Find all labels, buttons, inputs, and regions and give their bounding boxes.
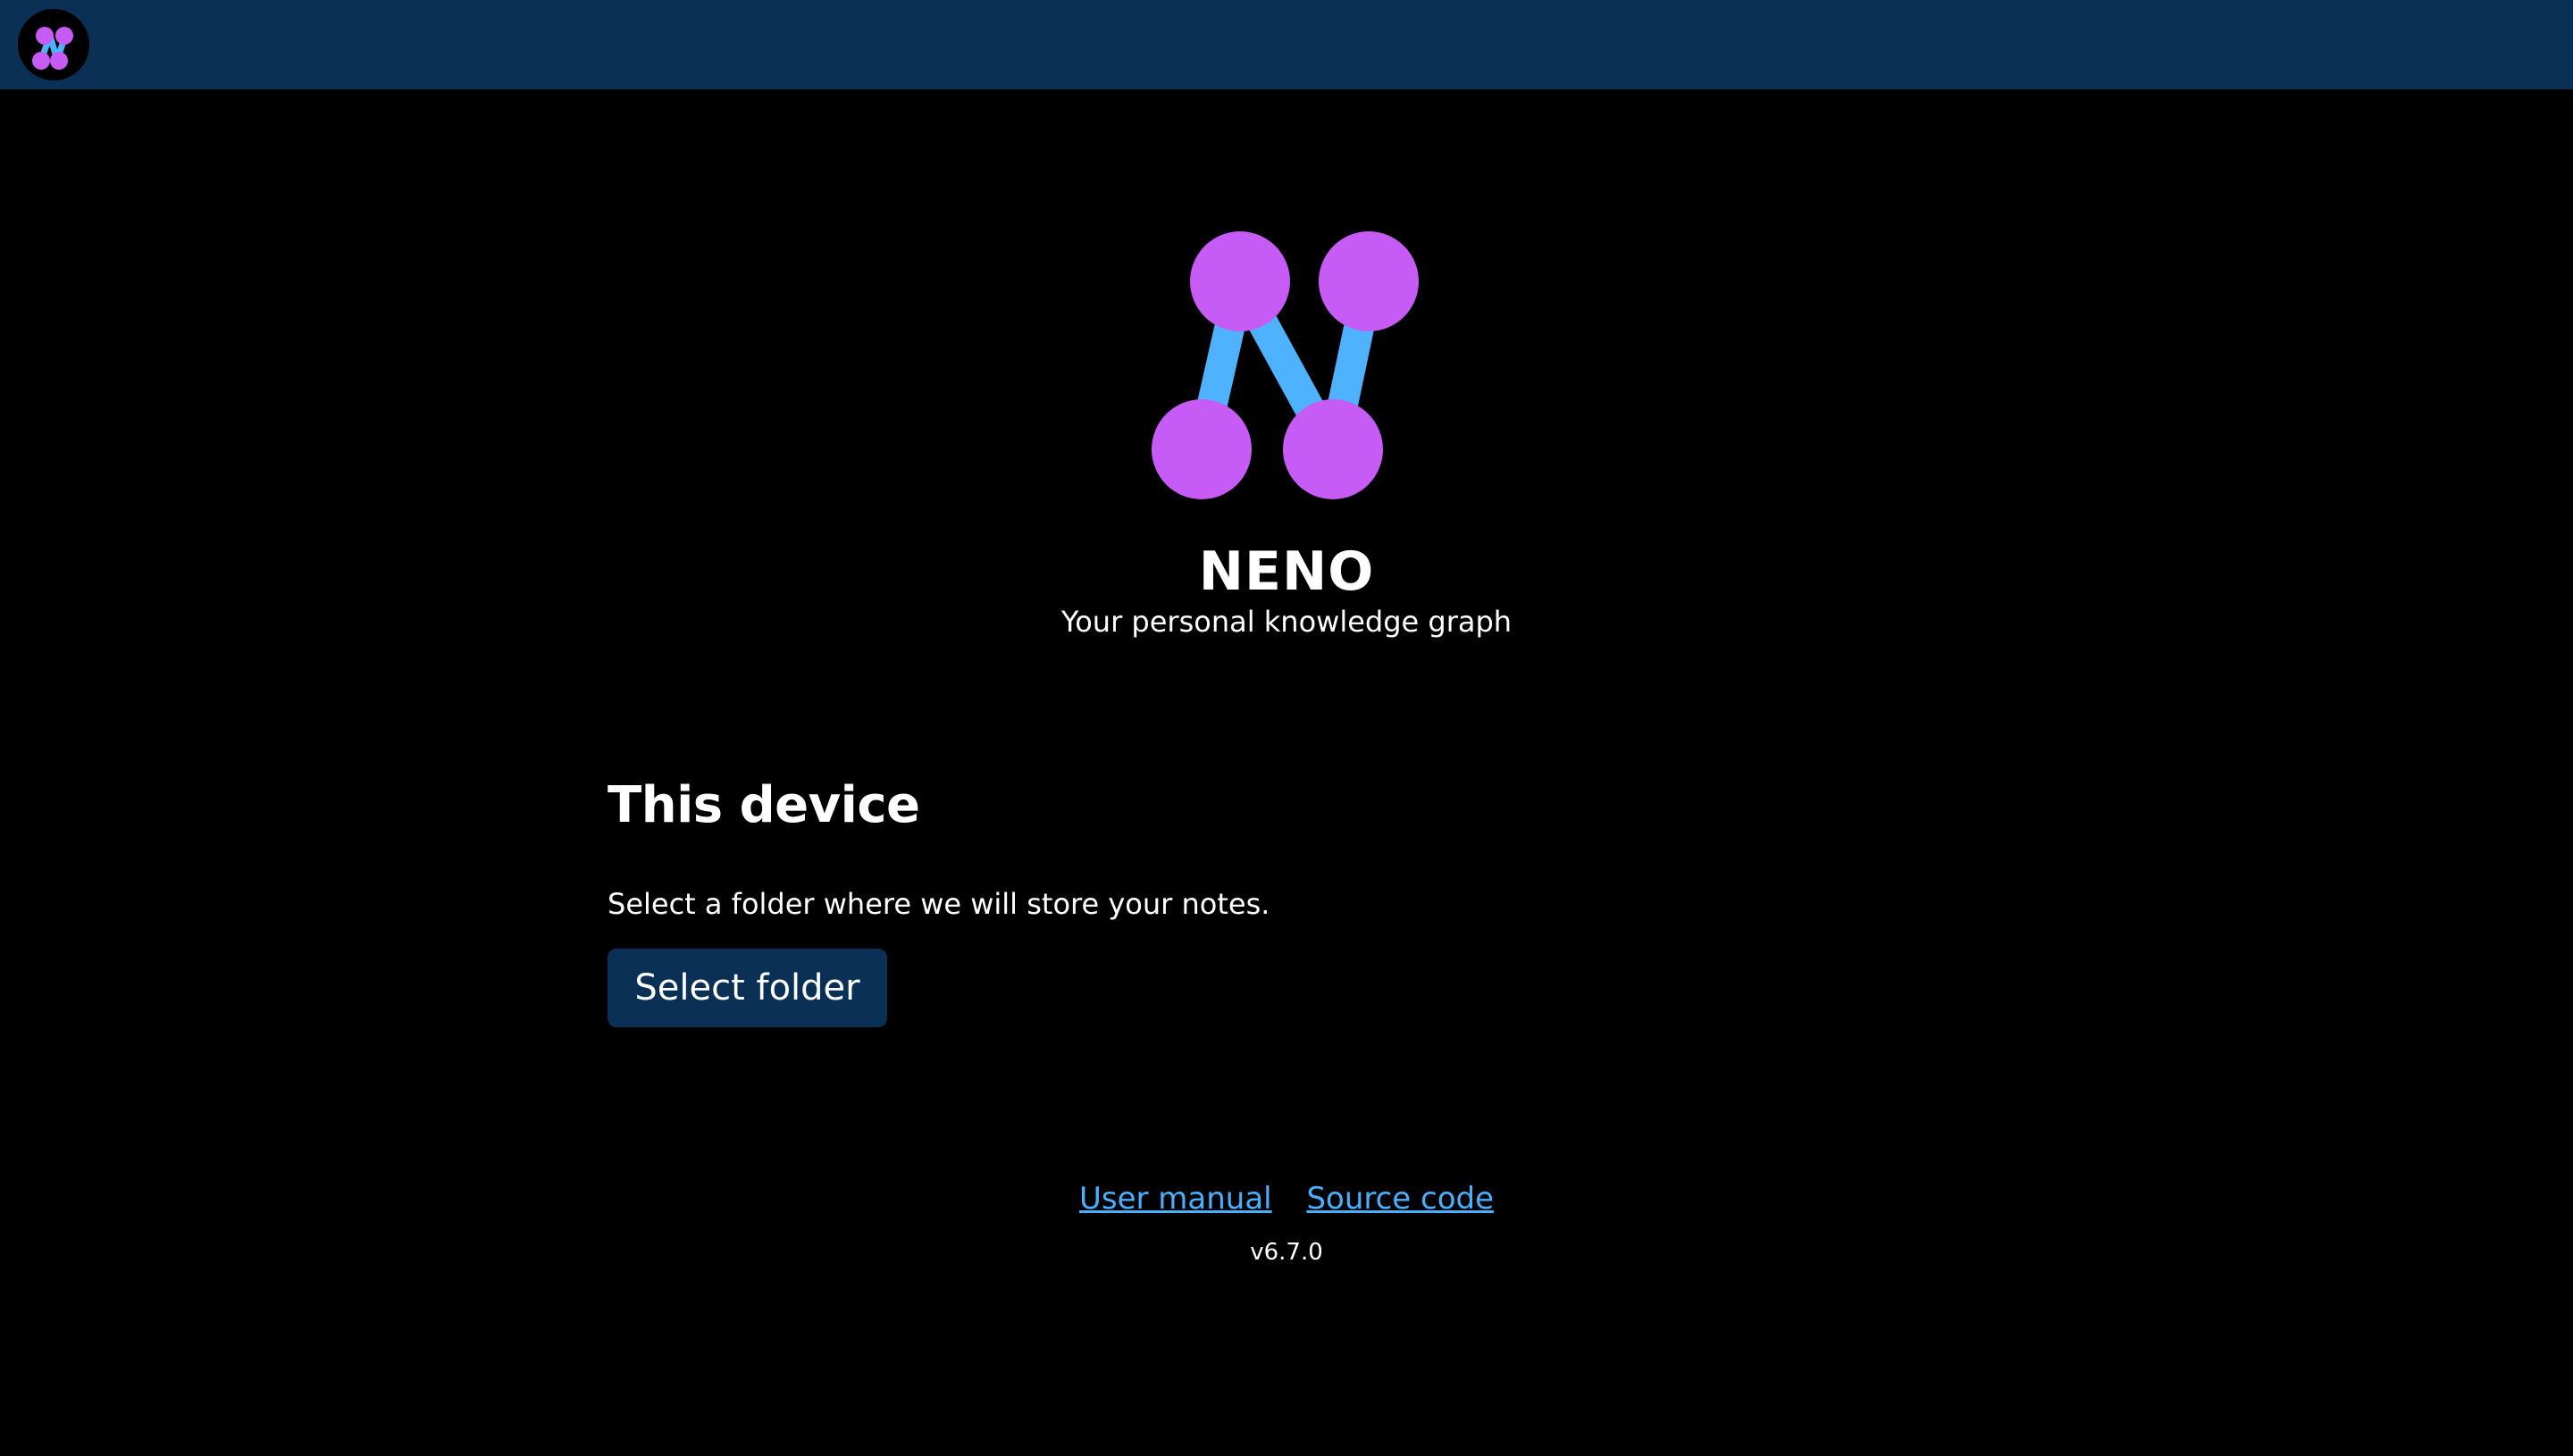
neno-logo-icon	[18, 9, 89, 80]
top-bar	[0, 0, 2573, 89]
app-name: NENO	[1198, 540, 1375, 603]
app-tagline: Your personal knowledge graph	[1060, 605, 1513, 639]
version-label: v6.7.0	[1250, 1239, 1323, 1266]
neno-logo-icon	[1152, 231, 1419, 499]
footer-links: User manual Source code	[0, 1177, 2573, 1220]
section-title: This device	[608, 776, 920, 834]
hero-logo	[1148, 228, 1425, 505]
select-folder-button[interactable]: Select folder	[608, 949, 887, 1027]
source-code-link[interactable]: Source code	[1306, 1181, 1494, 1217]
section-description: Select a folder where we will store your…	[608, 887, 1270, 921]
user-manual-link[interactable]: User manual	[1079, 1181, 1272, 1217]
header-logo-button[interactable]	[18, 9, 89, 80]
